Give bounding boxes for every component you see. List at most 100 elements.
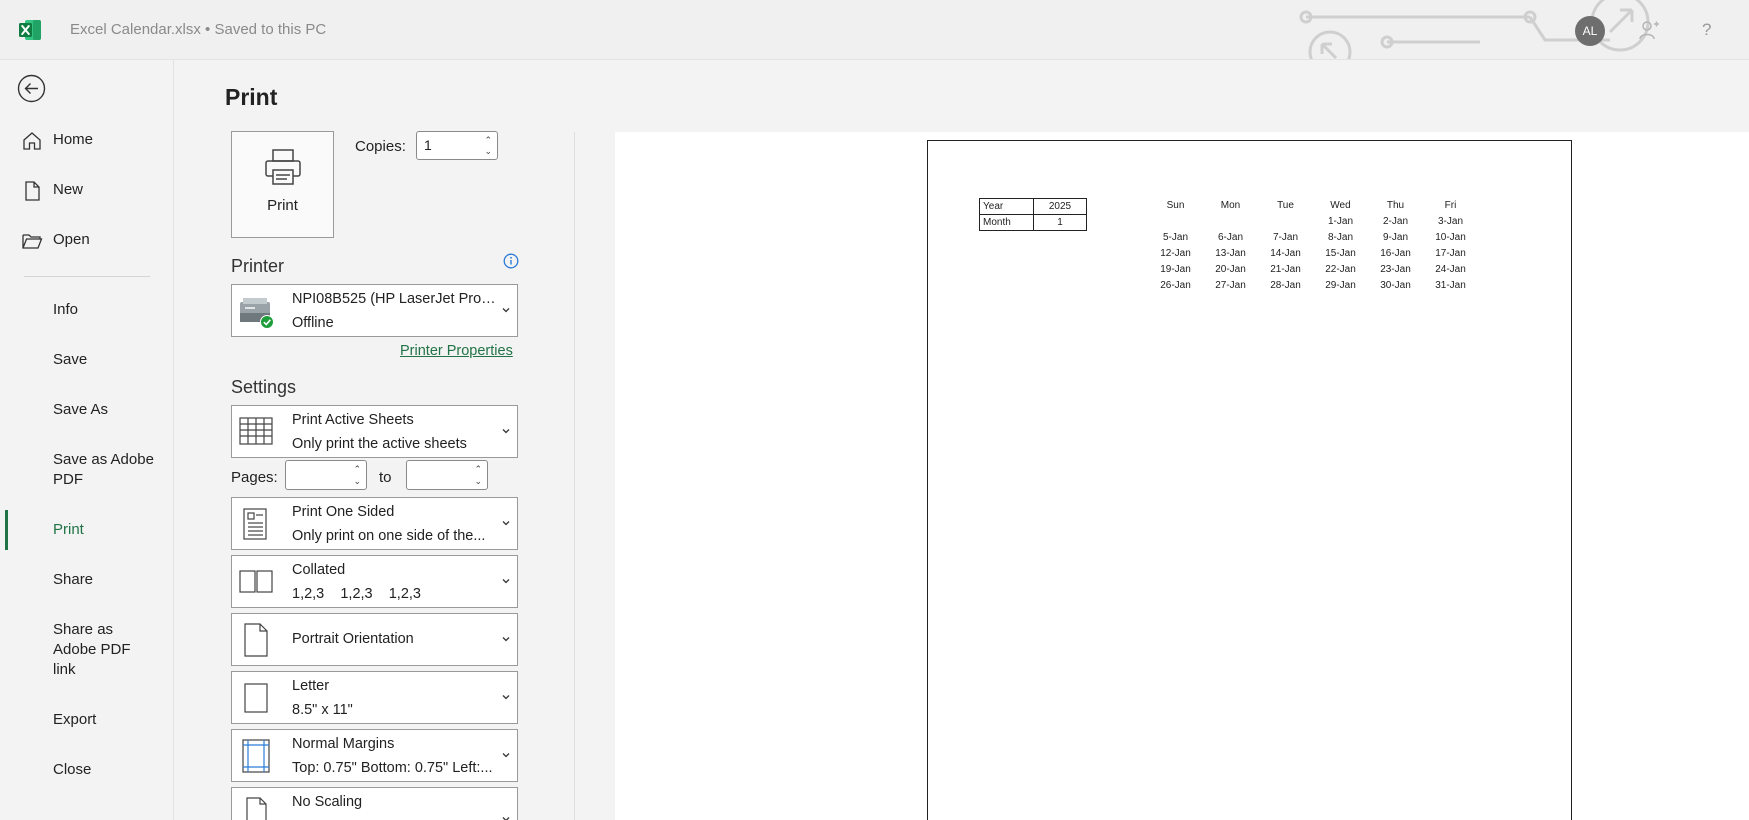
chevron-down-icon[interactable]: ⌄ xyxy=(474,477,482,486)
pane-divider xyxy=(574,132,575,820)
nav-item-print[interactable]: Print xyxy=(0,520,174,542)
calendar-week-row: 12-Jan 13-Jan 14-Jan 15-Jan 16-Jan 17-Ja… xyxy=(1148,245,1478,261)
nav-item-save-as-adobe-pdf[interactable]: Save as Adobe PDF xyxy=(0,450,174,494)
copies-label: Copies: xyxy=(355,138,406,155)
date-cell: 8-Jan xyxy=(1327,231,1353,243)
print-button[interactable]: Print xyxy=(231,131,334,238)
month-label: Month xyxy=(979,214,1034,231)
date-cell: 10-Jan xyxy=(1435,231,1466,243)
nav-item-save[interactable]: Save xyxy=(0,350,174,372)
chevron-up-icon[interactable]: ⌃ xyxy=(474,465,482,474)
user-avatar[interactable]: AL xyxy=(1575,16,1605,46)
orientation-title: Portrait Orientation xyxy=(292,631,414,647)
margins-select[interactable]: Normal Margins Top: 0.75" Bottom: 0.75" … xyxy=(231,729,518,782)
share-person-icon[interactable] xyxy=(1637,18,1661,42)
chevron-up-icon[interactable]: ⌃ xyxy=(353,465,361,474)
chevron-down-icon xyxy=(502,429,510,434)
new-document-icon xyxy=(25,181,40,201)
calendar-header-row: Sun Mon Tue Wed Thu Fri xyxy=(1148,197,1478,213)
nav-item-home[interactable]: Home xyxy=(0,130,174,152)
pages-from-stepper[interactable]: ⌃ ⌄ xyxy=(285,460,367,490)
printer-section-title: Printer xyxy=(231,256,285,276)
orientation-select[interactable]: Portrait Orientation xyxy=(231,613,518,666)
collation-select[interactable]: Collated 1,2,3 1,2,3 1,2,3 xyxy=(231,555,518,608)
chevron-down-icon xyxy=(502,637,510,642)
chevron-down-icon xyxy=(502,753,510,758)
calendar-grid: Sun Mon Tue Wed Thu Fri 1-Jan 2-Jan 3-Ja… xyxy=(1148,197,1478,293)
nav-item-export[interactable]: Export xyxy=(0,710,174,732)
info-icon[interactable] xyxy=(503,253,519,269)
margins-icon xyxy=(242,739,270,773)
nav-item-label: Info xyxy=(53,301,79,318)
help-icon[interactable]: ? xyxy=(1702,20,1711,40)
nav-item-label: Save as Adobe PDF xyxy=(53,451,154,488)
collation-desc: 1,2,3 1,2,3 1,2,3 xyxy=(292,586,421,602)
nav-item-share-adobe-pdf-link[interactable]: Share as Adobe PDF link xyxy=(0,620,174,682)
date-cell: 6-Jan xyxy=(1217,231,1243,243)
nav-item-info[interactable]: Info xyxy=(0,300,174,322)
nav-item-label: Open xyxy=(53,231,90,248)
paper-size-select[interactable]: Letter 8.5" x 11" xyxy=(231,671,518,724)
chevron-down-icon xyxy=(502,695,510,700)
date-cell: 13-Jan xyxy=(1215,247,1246,259)
nav-item-new[interactable]: New xyxy=(0,180,174,202)
margins-desc: Top: 0.75" Bottom: 0.75" Left:... xyxy=(292,760,493,776)
scaling-select[interactable]: No Scaling xyxy=(231,787,518,820)
window-title: Excel Calendar.xlsx • Saved to this PC xyxy=(70,21,327,38)
date-cell: 21-Jan xyxy=(1270,263,1301,275)
date-cell: 23-Jan xyxy=(1380,263,1411,275)
nav-item-save-as[interactable]: Save As xyxy=(0,400,174,422)
date-cell xyxy=(1258,213,1313,229)
back-arrow-icon[interactable] xyxy=(17,74,46,103)
excel-logo-icon xyxy=(19,20,41,40)
nav-divider xyxy=(24,276,150,277)
copies-value: 1 xyxy=(424,137,432,153)
pages-label: Pages: xyxy=(231,469,278,486)
date-cell: 24-Jan xyxy=(1435,263,1466,275)
printer-name: NPI08B525 (HP LaserJet Profe... xyxy=(292,291,497,307)
calendar-week-row: 26-Jan 27-Jan 28-Jan 29-Jan 30-Jan 31-Ja… xyxy=(1148,277,1478,293)
nav-item-label: Share xyxy=(53,571,94,588)
year-value: 2025 xyxy=(1033,198,1087,215)
printer-properties-link[interactable]: Printer Properties xyxy=(400,343,513,359)
nav-item-label: Save xyxy=(53,351,88,368)
one-sided-page-icon xyxy=(243,508,267,540)
chevron-down-icon xyxy=(502,817,510,820)
margins-title: Normal Margins xyxy=(292,736,395,752)
printer-icon xyxy=(265,149,301,185)
nav-item-close[interactable]: Close xyxy=(0,760,174,782)
printer-status: Offline xyxy=(292,315,334,331)
date-cell: 14-Jan xyxy=(1270,247,1301,259)
settings-section-title: Settings xyxy=(231,377,297,397)
nav-item-label: New xyxy=(53,181,84,198)
date-cell: 22-Jan xyxy=(1325,263,1356,275)
chevron-down-icon[interactable]: ⌄ xyxy=(353,477,361,486)
date-cell: 19-Jan xyxy=(1160,263,1191,275)
nav-item-label: Share as Adobe PDF link xyxy=(53,621,131,678)
chevron-down-icon[interactable]: ⌄ xyxy=(484,147,492,156)
nav-item-share[interactable]: Share xyxy=(0,570,174,592)
print-what-select[interactable]: Print Active Sheets Only print the activ… xyxy=(231,405,518,458)
chevron-down-icon xyxy=(502,521,510,526)
date-cell: 31-Jan xyxy=(1435,279,1466,291)
year-month-table: Year 2025 Month 1 xyxy=(979,198,1087,231)
home-icon xyxy=(23,132,41,150)
date-cell: 5-Jan xyxy=(1162,231,1188,243)
copies-stepper[interactable]: 1 ⌃ ⌄ xyxy=(416,131,498,160)
date-cell: 3-Jan xyxy=(1437,215,1463,227)
print-sides-select[interactable]: Print One Sided Only print on one side o… xyxy=(231,497,518,550)
page-title: Print xyxy=(225,84,278,110)
collation-title: Collated xyxy=(292,562,346,578)
nav-item-label: Save As xyxy=(53,401,109,418)
chevron-up-icon[interactable]: ⌃ xyxy=(484,136,492,145)
date-cell: 17-Jan xyxy=(1435,247,1466,259)
pages-to-stepper[interactable]: ⌃ ⌄ xyxy=(406,460,488,490)
printer-select[interactable]: NPI08B525 (HP LaserJet Profe... Offline xyxy=(231,284,518,337)
calendar-week-row: 1-Jan 2-Jan 3-Jan xyxy=(1148,213,1478,229)
day-header: Tue xyxy=(1277,199,1294,211)
date-cell: 1-Jan xyxy=(1327,215,1353,227)
day-header: Wed xyxy=(1330,199,1351,211)
date-cell: 9-Jan xyxy=(1382,231,1408,243)
paper-size-desc: 8.5" x 11" xyxy=(292,702,353,718)
nav-item-open[interactable]: Open xyxy=(0,230,174,252)
